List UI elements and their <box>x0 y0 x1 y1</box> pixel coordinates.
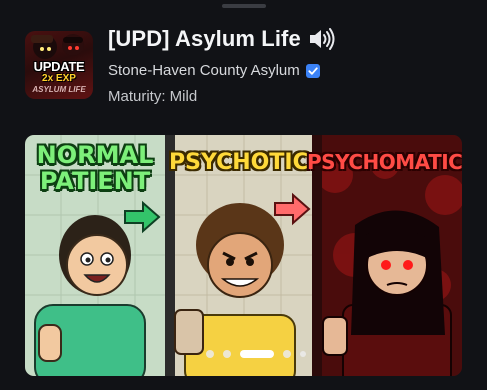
carousel-dot[interactable] <box>206 350 214 358</box>
icon-logo-text: ASYLUM LIFE <box>32 85 86 94</box>
thumb-label-psychotic: PSYCHOTIC <box>169 150 309 175</box>
creator-row[interactable]: Stone-Haven County Asylum <box>108 62 320 79</box>
maturity-rating: Maturity: Mild <box>108 88 198 105</box>
drag-handle[interactable] <box>222 4 266 8</box>
creator-name-link[interactable]: Stone-Haven County Asylum <box>108 62 300 79</box>
thumb-label-normal-patient: NORMAL PATIENT <box>36 141 154 195</box>
title-row: [UPD] Asylum Life <box>108 24 337 54</box>
game-title: [UPD] Asylum Life <box>108 26 301 51</box>
game-icon-image[interactable]: UPDATE 2x EXP ASYLUM LIFE <box>25 31 93 99</box>
icon-update-text: UPDATE <box>33 59 85 74</box>
carousel-dot[interactable] <box>300 351 306 357</box>
carousel-dots <box>206 348 306 360</box>
game-thumbnail-carousel[interactable]: NORMAL PATIENT PSYCHOTIC PSYCHOMATIC <box>25 135 462 376</box>
verified-badge-icon <box>305 63 320 78</box>
carousel-dot[interactable] <box>223 350 231 358</box>
carousel-dot-active[interactable] <box>240 350 274 358</box>
thumb-label-psychomatic: PSYCHOMATIC <box>307 150 462 174</box>
carousel-dot[interactable] <box>283 350 291 358</box>
speaker-icon[interactable] <box>307 26 337 52</box>
icon-exp-text: 2x EXP <box>42 73 76 84</box>
